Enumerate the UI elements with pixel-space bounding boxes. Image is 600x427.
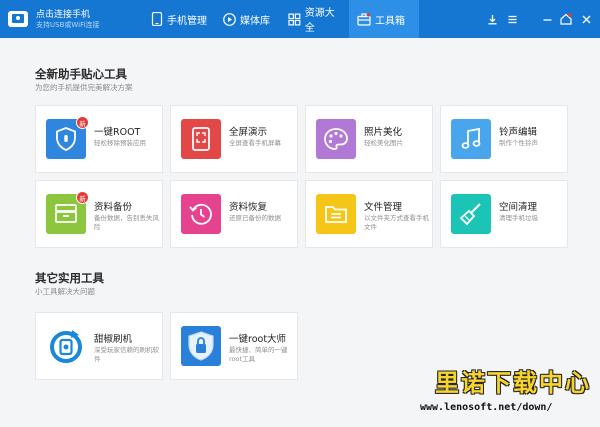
tool-card-fullscreen-desc: 全屏查看手机屏幕 — [229, 139, 281, 147]
minimize-button[interactable] — [537, 9, 557, 29]
new-badge: 新 — [76, 191, 89, 204]
connect-phone-area[interactable]: 点击连接手机 支持USB或WiFi连接 — [6, 6, 146, 34]
phone-connect-icon — [8, 11, 28, 27]
tool-card-backup-desc: 备份数据，告别丢失风险 — [94, 214, 159, 231]
watermark-site-name: 里诺下载中心 — [435, 368, 591, 397]
phone-icon — [151, 12, 163, 26]
tool-card-clean[interactable]: 空间清理 清理手机垃圾 — [440, 180, 568, 248]
tab-phone-manage-label: 手机管理 — [167, 15, 207, 27]
tool-card-file-manage[interactable]: 文件管理 以文件夹方式查看手机文件 — [305, 180, 433, 248]
backup-box-icon — [55, 204, 77, 223]
watermark-url: www.lenosoft.net/down/ — [420, 402, 553, 413]
other-card-flash-icon-bg — [46, 326, 86, 366]
tool-card-ringtone[interactable]: 铃声编辑 制作个性铃声 — [440, 105, 568, 173]
tool-card-photo-name: 照片美化 — [364, 127, 403, 138]
tool-card-restore-icon-bg — [181, 194, 221, 234]
palette-icon — [324, 128, 348, 150]
fullscreen-icon — [192, 127, 210, 151]
tool-card-restore-desc: 还原已备份的数据 — [229, 214, 281, 222]
shield-icon — [56, 127, 76, 151]
section-other-tools-subtitle: 小工具解决大问题 — [35, 287, 95, 296]
tool-card-root[interactable]: 新 一键ROOT 轻松移除预装应用 — [35, 105, 163, 173]
play-icon — [223, 12, 236, 26]
section-new-tools-subtitle: 为您的手机提供完美解决方案 — [35, 83, 133, 92]
tool-card-fullscreen[interactable]: 全屏演示 全屏查看手机屏幕 — [170, 105, 298, 173]
tool-card-ringtone-icon-bg — [451, 119, 491, 159]
tool-card-backup-name: 资料备份 — [94, 202, 133, 213]
other-card-root-master-desc: 最快捷、简单的一键root工具 — [229, 346, 288, 363]
root-master-icon — [188, 331, 214, 361]
tab-toolbox-label: 工具箱 — [375, 15, 405, 27]
home-icon — [560, 13, 572, 25]
tool-card-clean-name: 空间清理 — [499, 202, 538, 213]
download-icon — [488, 14, 496, 24]
home-button[interactable] — [556, 9, 576, 29]
app-title: 点击连接手机 — [36, 10, 91, 20]
menu-button[interactable] — [502, 9, 522, 29]
music-note-icon — [461, 127, 481, 149]
tab-media-label: 媒体库 — [240, 15, 270, 27]
other-card-root-master[interactable]: 一键root大师 最快捷、简单的一键root工具 — [170, 312, 298, 380]
tool-card-clean-icon-bg — [451, 194, 491, 234]
tool-card-ringtone-name: 铃声编辑 — [499, 127, 538, 138]
tool-card-fullscreen-name: 全屏演示 — [229, 127, 268, 138]
tab-toolbox[interactable]: 工具箱 — [349, 0, 419, 38]
top-bar: 点击连接手机 支持USB或WiFi连接 手机管理 媒体库 资源大全 工具箱 — [0, 0, 600, 38]
menu-icon — [508, 15, 516, 23]
tool-card-root-desc: 轻松移除预装应用 — [94, 139, 146, 147]
grid-icon — [288, 13, 301, 25]
other-card-flash-name: 甜椒刷机 — [94, 334, 133, 345]
tool-card-file-manage-name: 文件管理 — [364, 202, 403, 213]
other-card-root-master-name: 一键root大师 — [229, 334, 287, 345]
section-new-tools-title: 全新助手贴心工具 — [35, 67, 127, 81]
other-card-root-master-icon-bg — [181, 326, 221, 366]
tool-card-backup[interactable]: 新 资料备份 备份数据，告别丢失风险 — [35, 180, 163, 248]
tool-card-photo-icon-bg — [316, 119, 356, 159]
flash-icon — [50, 330, 82, 363]
close-icon — [582, 15, 590, 23]
tab-resources-label: 资源大全 — [304, 8, 335, 34]
tool-card-restore[interactable]: 资料恢复 还原已备份的数据 — [170, 180, 298, 248]
other-card-flash-desc: 深受玩家信赖的刷机软件 — [94, 346, 159, 363]
tool-card-clean-desc: 清理手机垃圾 — [499, 214, 538, 222]
minimize-icon — [543, 18, 551, 21]
tool-card-restore-name: 资料恢复 — [229, 202, 268, 213]
section-other-tools-title: 其它实用工具 — [35, 271, 104, 285]
app-subtitle: 支持USB或WiFi连接 — [36, 21, 100, 29]
download-button[interactable] — [482, 9, 502, 29]
tool-card-file-manage-icon-bg — [316, 194, 356, 234]
tool-card-photo-desc: 轻松美化图片 — [364, 139, 403, 147]
tab-media[interactable]: 媒体库 — [215, 0, 287, 38]
other-card-flash[interactable]: 甜椒刷机 深受玩家信赖的刷机软件 — [35, 312, 163, 380]
tool-card-file-manage-desc: 以文件夹方式查看手机文件 — [364, 214, 429, 231]
broom-icon — [459, 203, 481, 226]
toolbox-icon — [357, 12, 371, 26]
folder-icon — [325, 206, 347, 223]
tab-resources[interactable]: 资源大全 — [280, 0, 352, 38]
tool-card-ringtone-desc: 制作个性铃声 — [499, 139, 538, 147]
tool-card-fullscreen-icon-bg — [181, 119, 221, 159]
tool-card-root-name: 一键ROOT — [94, 127, 141, 138]
close-button[interactable] — [576, 9, 596, 29]
tool-card-photo[interactable]: 照片美化 轻松美化图片 — [305, 105, 433, 173]
clock-restore-icon — [189, 203, 212, 225]
new-badge: 新 — [76, 116, 89, 129]
